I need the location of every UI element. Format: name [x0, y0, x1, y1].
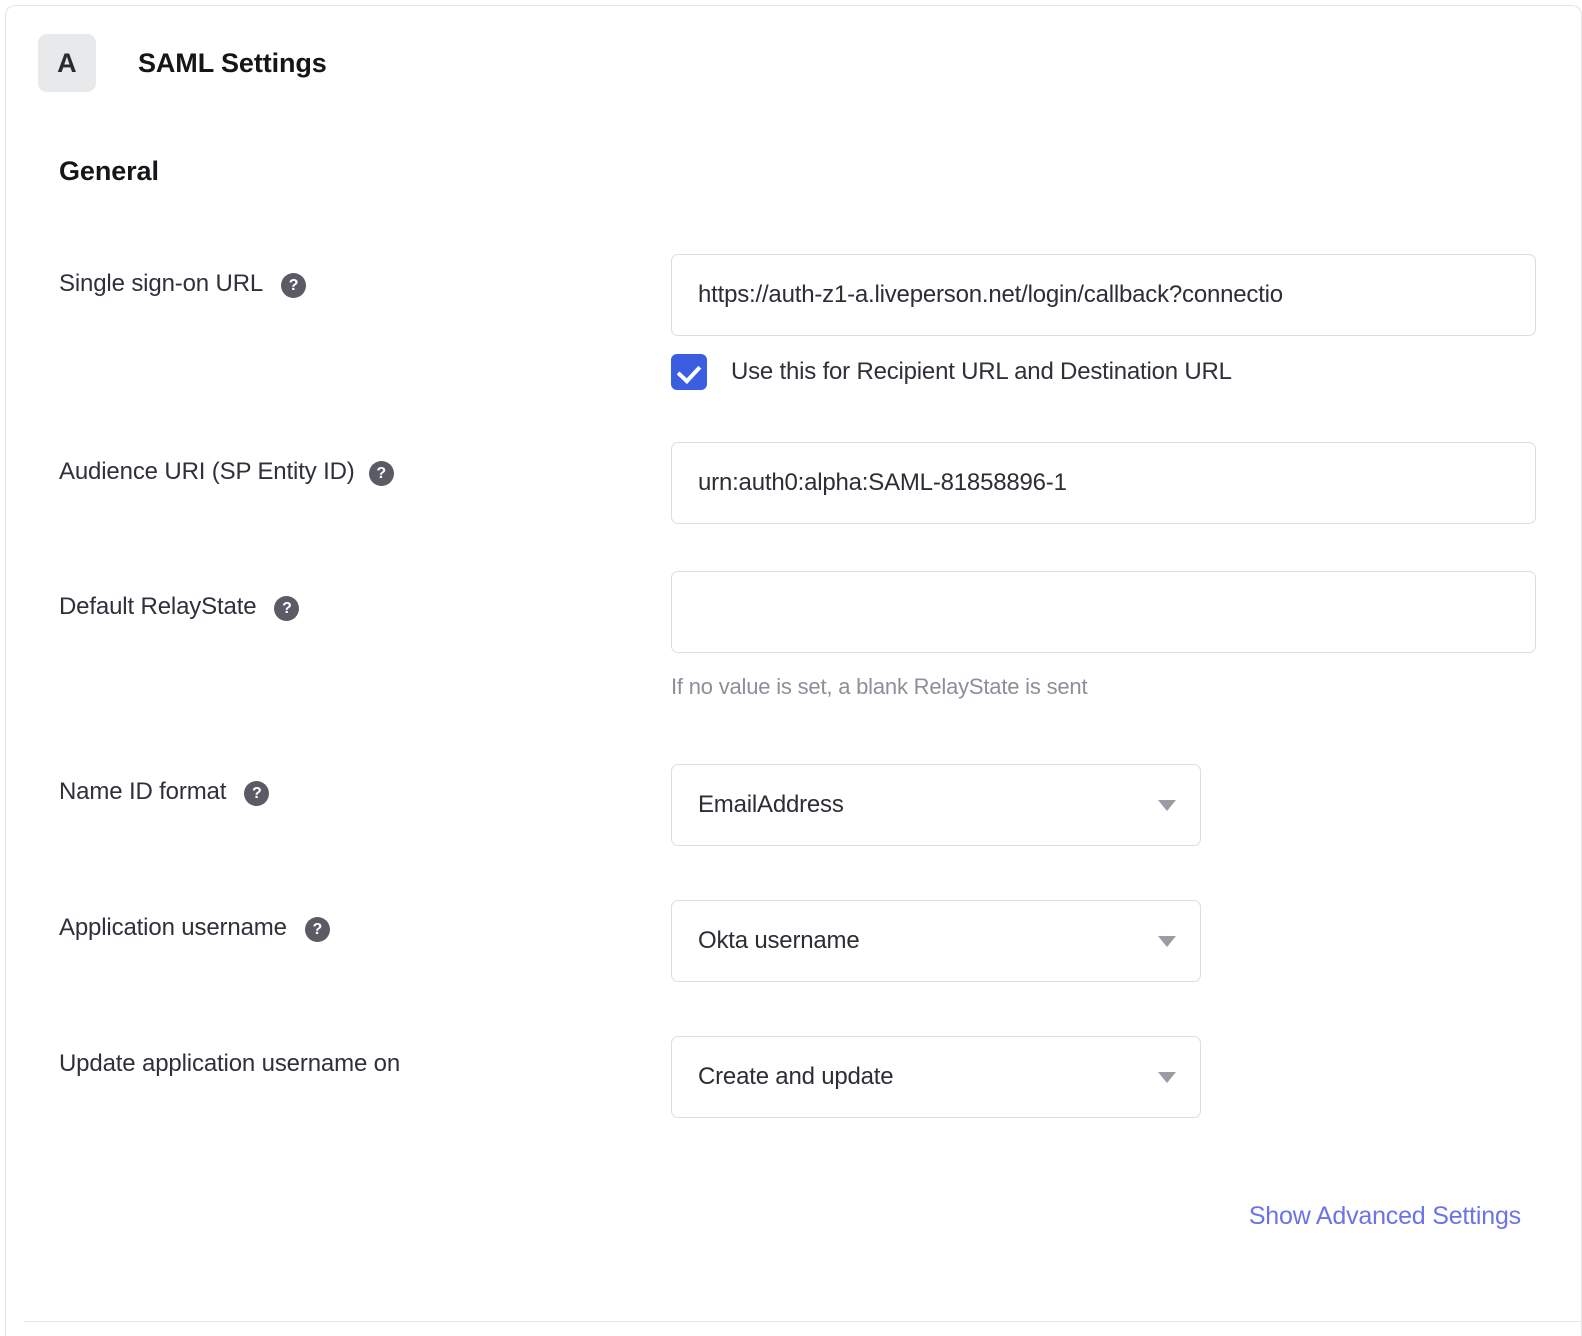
- field-audience-uri: [671, 442, 1536, 524]
- label-single-sign-on-url: Single sign-on URL ?: [59, 270, 307, 298]
- saml-settings-card: A SAML Settings General Single sign-on U…: [5, 5, 1582, 1336]
- single-sign-on-url-input[interactable]: [671, 254, 1536, 336]
- help-circle-icon-application-username[interactable]: ?: [304, 916, 330, 942]
- app-avatar-initial: A: [57, 47, 77, 78]
- checkbox-label-use-for-recipient: Use this for Recipient URL and Destinati…: [731, 358, 1232, 385]
- chevron-down-icon-name-id-format[interactable]: [1158, 799, 1176, 811]
- update-application-username-on-select[interactable]: Create and update: [671, 1036, 1201, 1118]
- field-default-relaystate: [671, 571, 1536, 653]
- name-id-format-select[interactable]: EmailAddress: [671, 764, 1201, 846]
- field-name-id-format: EmailAddress: [671, 764, 1201, 846]
- audience-uri-input[interactable]: [671, 442, 1536, 524]
- name-id-format-value: EmailAddress: [698, 791, 844, 818]
- help-circle-icon-default-relaystate[interactable]: ?: [274, 595, 300, 621]
- chevron-down-icon-update-application-username-on[interactable]: [1158, 1071, 1176, 1083]
- card-header: A SAML Settings: [38, 34, 327, 92]
- page-title: SAML Settings: [138, 47, 327, 78]
- field-single-sign-on-url: [671, 254, 1536, 336]
- update-application-username-on-value: Create and update: [698, 1063, 894, 1090]
- label-update-application-username-on: Update application username on: [59, 1050, 400, 1078]
- section-heading-general: General: [59, 156, 159, 186]
- label-default-relaystate: Default RelayState ?: [59, 593, 300, 621]
- label-text: Update application username on: [59, 1050, 401, 1077]
- hint-default-relaystate: If no value is set, a blank RelayState i…: [671, 674, 1088, 699]
- show-advanced-settings-link[interactable]: Show Advanced Settings: [1249, 1202, 1521, 1231]
- label-text: Default RelayState: [59, 593, 257, 620]
- label-name-id-format: Name ID format ?: [59, 778, 270, 806]
- label-application-username: Application username ?: [59, 914, 330, 942]
- default-relaystate-input[interactable]: [671, 571, 1536, 653]
- app-avatar: A: [38, 34, 96, 92]
- section-divider: [24, 1321, 1581, 1322]
- help-circle-icon-sso-url[interactable]: ?: [281, 272, 307, 298]
- help-circle-icon-audience-uri[interactable]: ?: [368, 460, 394, 486]
- field-application-username: Okta username: [671, 900, 1201, 982]
- label-text: Name ID format: [59, 778, 227, 805]
- field-update-application-username-on: Create and update: [671, 1036, 1201, 1118]
- label-text: Audience URI (SP Entity ID): [59, 458, 355, 485]
- help-circle-icon-name-id-format[interactable]: ?: [244, 780, 270, 806]
- application-username-select[interactable]: Okta username: [671, 900, 1201, 982]
- checkmark-icon-use-for-recipient[interactable]: [671, 354, 707, 390]
- recipient-destination-checkbox-row[interactable]: Use this for Recipient URL and Destinati…: [671, 354, 1232, 390]
- label-audience-uri: Audience URI (SP Entity ID) ?: [59, 458, 394, 486]
- application-username-value: Okta username: [698, 927, 860, 954]
- label-text: Single sign-on URL: [59, 270, 264, 297]
- chevron-down-icon-application-username[interactable]: [1158, 935, 1176, 947]
- label-text: Application username: [59, 914, 287, 941]
